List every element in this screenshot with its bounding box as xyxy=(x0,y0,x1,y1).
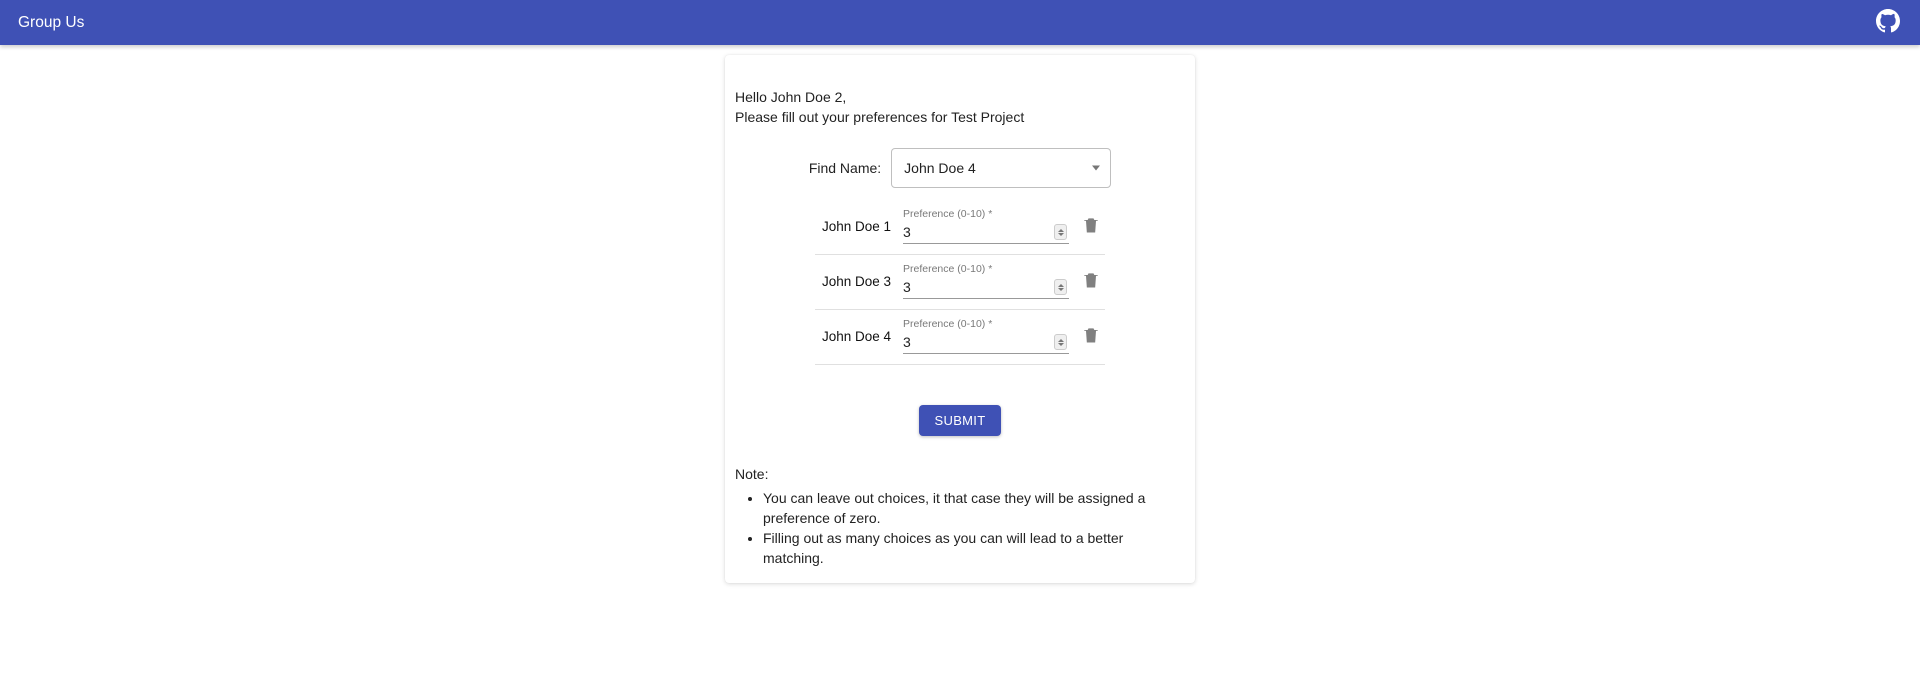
preference-row: John Doe 3 Preference (0-10) * xyxy=(815,255,1105,310)
page-content: Hello John Doe 2, Please fill out your p… xyxy=(0,45,1920,583)
delete-preference-button[interactable] xyxy=(1081,215,1101,238)
preference-field: Preference (0-10) * xyxy=(903,265,1069,299)
greeting-text: Hello John Doe 2, Please fill out your p… xyxy=(735,87,1185,128)
preference-float-label: Preference (0-10) * xyxy=(903,263,992,275)
submit-row: Submit xyxy=(735,405,1185,436)
note-heading: Note: xyxy=(735,466,1185,482)
note-item: Filling out as many choices as you can w… xyxy=(763,528,1185,569)
submit-button[interactable]: Submit xyxy=(919,405,1002,436)
preference-input[interactable] xyxy=(903,224,1052,240)
step-up-icon xyxy=(1058,229,1064,232)
github-icon xyxy=(1876,9,1900,36)
note-item: You can leave out choices, it that case … xyxy=(763,488,1185,529)
preference-name-label: John Doe 1 xyxy=(819,219,891,234)
preference-row: John Doe 4 Preference (0-10) * xyxy=(815,310,1105,365)
delete-preference-button[interactable] xyxy=(1081,325,1101,348)
find-name-select[interactable]: John Doe 4 xyxy=(891,148,1111,188)
greeting-line-2: Please fill out your preferences for Tes… xyxy=(735,109,1024,125)
chevron-down-icon xyxy=(1092,165,1100,170)
preference-field: Preference (0-10) * xyxy=(903,320,1069,354)
preferences-card: Hello John Doe 2, Please fill out your p… xyxy=(725,55,1195,583)
step-down-icon xyxy=(1058,233,1064,236)
preference-field: Preference (0-10) * xyxy=(903,210,1069,244)
preference-float-label: Preference (0-10) * xyxy=(903,318,992,330)
preference-input[interactable] xyxy=(903,334,1052,350)
find-name-label: Find Name: xyxy=(809,160,881,176)
preference-list: John Doe 1 Preference (0-10) * xyxy=(815,200,1105,365)
greeting-line-1: Hello John Doe 2, xyxy=(735,89,846,105)
preference-name-label: John Doe 4 xyxy=(819,329,891,344)
notes-list: You can leave out choices, it that case … xyxy=(753,488,1185,569)
trash-icon xyxy=(1081,325,1101,348)
find-name-selected-value: John Doe 4 xyxy=(904,160,976,176)
find-name-row: Find Name: John Doe 4 xyxy=(735,148,1185,188)
preference-input[interactable] xyxy=(903,279,1052,295)
preference-name-label: John Doe 3 xyxy=(819,274,891,289)
step-up-icon xyxy=(1058,284,1064,287)
step-up-icon xyxy=(1058,339,1064,342)
number-stepper[interactable] xyxy=(1054,224,1067,240)
trash-icon xyxy=(1081,215,1101,238)
number-stepper[interactable] xyxy=(1054,334,1067,350)
step-down-icon xyxy=(1058,288,1064,291)
github-link[interactable] xyxy=(1874,9,1902,37)
delete-preference-button[interactable] xyxy=(1081,270,1101,293)
preference-row: John Doe 1 Preference (0-10) * xyxy=(815,200,1105,255)
number-stepper[interactable] xyxy=(1054,279,1067,295)
step-down-icon xyxy=(1058,343,1064,346)
app-title: Group Us xyxy=(18,14,84,32)
preference-float-label: Preference (0-10) * xyxy=(903,208,992,220)
trash-icon xyxy=(1081,270,1101,293)
appbar: Group Us xyxy=(0,0,1920,45)
